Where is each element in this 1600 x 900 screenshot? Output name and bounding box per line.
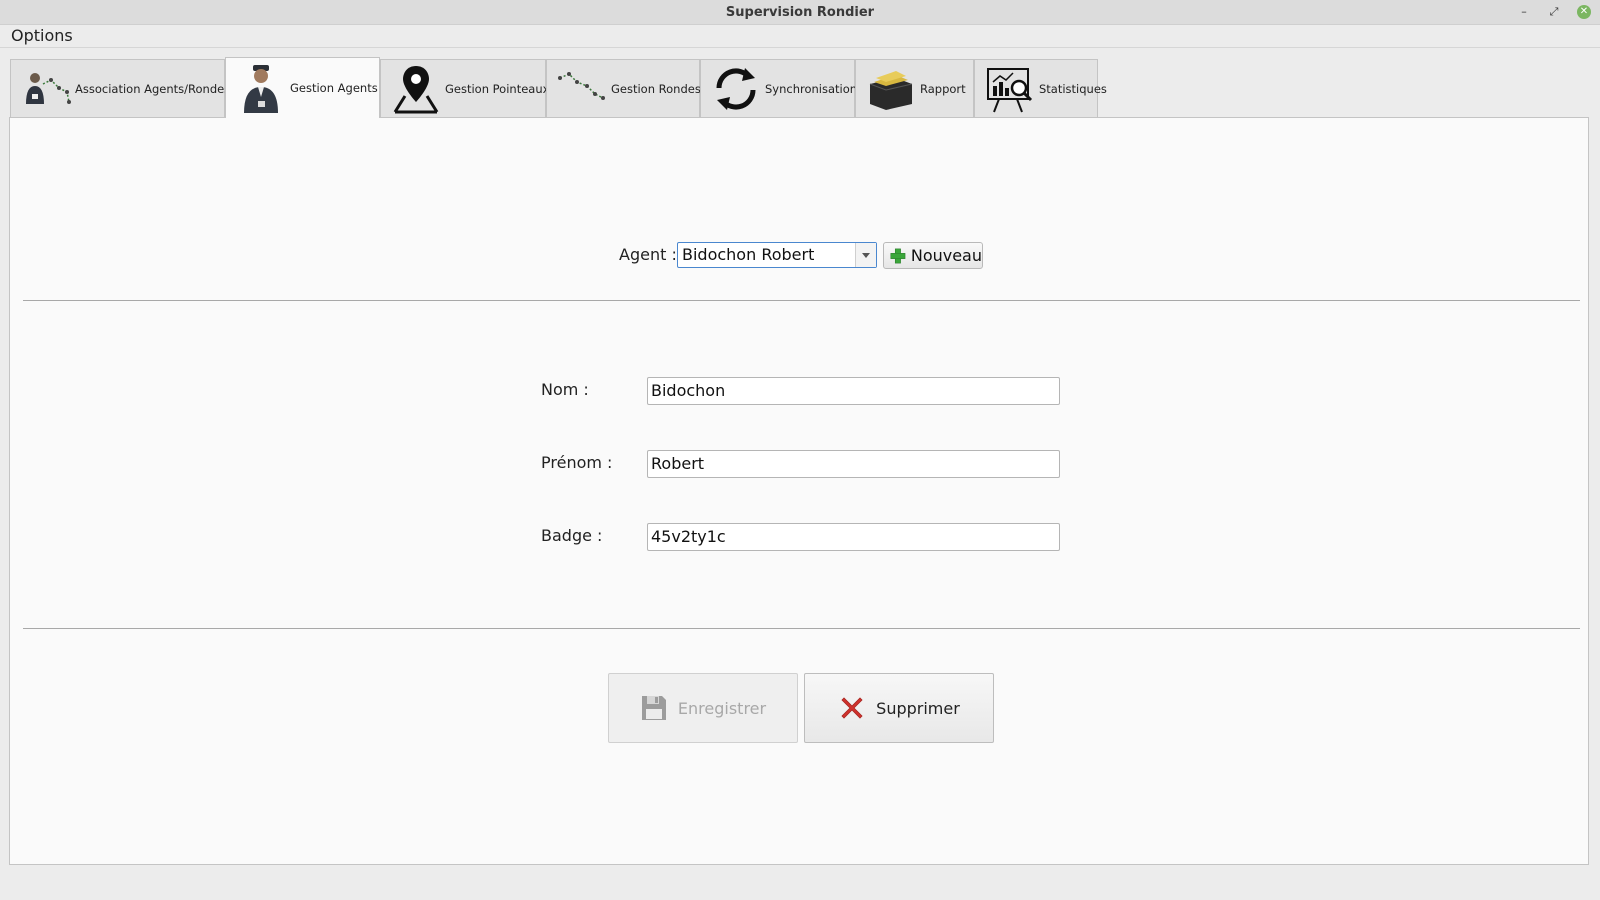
- delete-button[interactable]: Supprimer: [804, 673, 994, 743]
- agent-select-value: Bidochon Robert: [682, 245, 815, 264]
- tab-rapport[interactable]: Rapport: [855, 59, 974, 117]
- divider: [23, 300, 1580, 301]
- tab-strip: Association Agents/Rondes Gestion Agents…: [10, 57, 1310, 118]
- floppy-disk-icon: [641, 696, 666, 720]
- badge-label: Badge :: [541, 526, 603, 545]
- route-icon: [558, 71, 605, 100]
- tab-gestion-rondes[interactable]: Gestion Rondes: [546, 59, 701, 117]
- tab-label: Gestion Agents: [290, 81, 378, 95]
- sync-icon: [716, 67, 756, 110]
- tab-statistiques[interactable]: Statistiques: [974, 59, 1107, 117]
- tab-synchronisation[interactable]: Synchronisation: [700, 59, 858, 117]
- prenom-field[interactable]: Robert: [647, 450, 1060, 478]
- prenom-label: Prénom :: [541, 453, 613, 472]
- new-agent-button[interactable]: Nouveau: [883, 242, 983, 269]
- plus-icon: [890, 248, 906, 263]
- tab-label: Gestion Pointeaux: [445, 81, 550, 96]
- agent-label: Agent :: [619, 245, 677, 264]
- statistics-icon: [987, 67, 1033, 112]
- new-agent-label: Nouveau: [910, 246, 982, 265]
- agent-select[interactable]: Bidochon Robert: [677, 242, 877, 268]
- nom-field[interactable]: Bidochon: [647, 377, 1060, 405]
- badge-field[interactable]: 45v2ty1c: [647, 523, 1060, 551]
- agent-route-icon: [26, 72, 71, 104]
- save-label: Enregistrer: [677, 698, 767, 718]
- delete-label: Supprimer: [876, 698, 960, 718]
- menu-options[interactable]: Options: [4, 25, 80, 47]
- nom-label: Nom :: [541, 380, 589, 399]
- tab-panel-gestion-agents: Agent : Bidochon Robert Nouveau Nom : Bi…: [9, 117, 1589, 865]
- tab-label: Association Agents/Rondes: [75, 81, 231, 96]
- tab-label: Gestion Rondes: [611, 81, 701, 96]
- divider: [23, 628, 1580, 629]
- chevron-down-icon[interactable]: [855, 243, 876, 267]
- maximize-icon[interactable]: ⤢: [1546, 4, 1562, 20]
- close-icon[interactable]: ✕: [1577, 5, 1591, 19]
- tab-gestion-pointeaux[interactable]: Gestion Pointeaux: [380, 59, 550, 117]
- tab-association-agents-rondes[interactable]: Association Agents/Rondes: [10, 59, 230, 117]
- title-bar: Supervision Rondier – ⤢ ✕: [0, 0, 1600, 25]
- delete-cross-icon: [841, 697, 863, 719]
- minimize-icon[interactable]: –: [1516, 4, 1532, 20]
- agent-icon: [244, 65, 278, 113]
- tab-label: Synchronisation: [765, 81, 858, 96]
- map-pin-icon: [393, 65, 439, 113]
- save-button[interactable]: Enregistrer: [608, 673, 798, 743]
- tab-label: Rapport: [920, 81, 966, 96]
- tab-gestion-agents[interactable]: Gestion Agents: [225, 57, 380, 118]
- window-title: Supervision Rondier: [725, 5, 875, 20]
- tab-label: Statistiques: [1039, 81, 1107, 96]
- menu-bar: Options: [0, 25, 1600, 48]
- report-box-icon: [869, 70, 913, 110]
